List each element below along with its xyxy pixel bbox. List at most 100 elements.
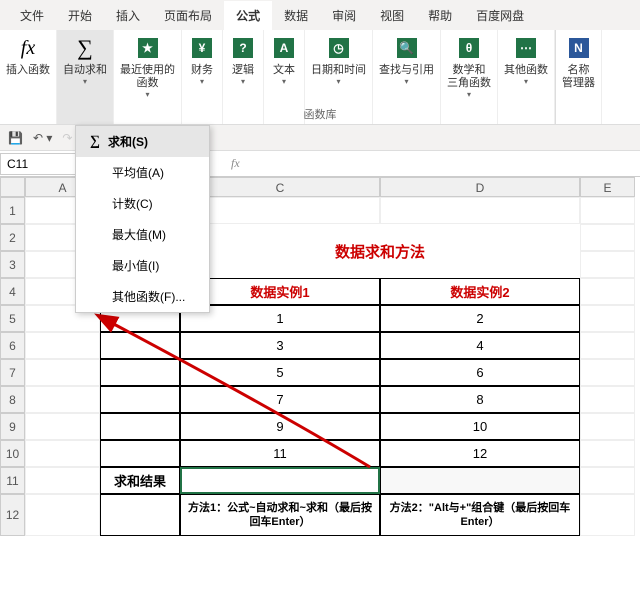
cell[interactable] (100, 440, 180, 467)
cell[interactable] (580, 278, 635, 305)
cell[interactable] (380, 197, 580, 224)
cell[interactable]: 12 (380, 440, 580, 467)
cell[interactable] (100, 494, 180, 536)
sigma-icon: ∑ (90, 134, 100, 150)
cell[interactable]: 11 (180, 440, 380, 467)
col-header-E[interactable]: E (580, 177, 635, 197)
row-header-3[interactable]: 3 (0, 251, 25, 278)
row-header-11[interactable]: 11 (0, 467, 25, 494)
tab-data[interactable]: 数据 (272, 1, 320, 30)
save-icon[interactable]: 💾 (8, 131, 23, 145)
cell[interactable] (100, 386, 180, 413)
finance-button[interactable]: ¥ 财务 ▾ (182, 30, 223, 124)
cell[interactable] (580, 224, 635, 251)
tab-review[interactable]: 审阅 (320, 1, 368, 30)
dropdown-min[interactable]: 最小值(I) (76, 250, 209, 281)
row-header-10[interactable]: 10 (0, 440, 25, 467)
col-header-C[interactable]: C (180, 177, 380, 197)
lookup-button[interactable]: 🔍 查找与引用 ▾ (373, 30, 441, 124)
cell[interactable]: 2 (380, 305, 580, 332)
cell[interactable]: 7 (180, 386, 380, 413)
dropdown-sum[interactable]: ∑ 求和(S) (76, 126, 209, 157)
tab-insert[interactable]: 插入 (104, 1, 152, 30)
datetime-label: 日期和时间 (311, 64, 366, 77)
dropdown-more[interactable]: 其他函数(F)... (76, 281, 209, 312)
cell[interactable] (580, 197, 635, 224)
lookup-label: 查找与引用 (379, 64, 434, 77)
autosum-label: 自动求和 (63, 64, 107, 77)
cell[interactable]: 5 (180, 359, 380, 386)
recent-button[interactable]: ★ 最近使用的 函数 ▾ (114, 30, 182, 124)
col-header-D[interactable]: D (380, 177, 580, 197)
cell[interactable] (580, 440, 635, 467)
undo-icon[interactable]: ↶ ▾ (33, 131, 52, 145)
cell[interactable] (25, 386, 100, 413)
cell[interactable] (580, 467, 635, 494)
cell[interactable]: 9 (180, 413, 380, 440)
text-button[interactable]: A 文本 ▾ (264, 30, 305, 124)
cell[interactable] (25, 413, 100, 440)
tab-layout[interactable]: 页面布局 (152, 1, 224, 30)
row-header-1[interactable]: 1 (0, 197, 25, 224)
cell[interactable]: 10 (380, 413, 580, 440)
cell[interactable]: 1 (180, 305, 380, 332)
cell[interactable] (580, 494, 635, 536)
cell[interactable] (100, 359, 180, 386)
cell[interactable] (180, 197, 380, 224)
cell-hdr-D[interactable]: 数据实例2 (380, 278, 580, 305)
row-header-8[interactable]: 8 (0, 386, 25, 413)
math-button[interactable]: θ 数学和 三角函数 ▾ (441, 30, 498, 124)
row-header-4[interactable]: 4 (0, 278, 25, 305)
row-header-6[interactable]: 6 (0, 332, 25, 359)
row-header-2[interactable]: 2 (0, 224, 25, 251)
cell[interactable] (25, 494, 100, 536)
dropdown-more-label: 其他函数(F)... (112, 288, 185, 305)
cell[interactable] (580, 332, 635, 359)
fx-icon[interactable]: fx (231, 156, 240, 171)
row-header-9[interactable]: 9 (0, 413, 25, 440)
sum-label-cell[interactable]: 求和结果 (100, 467, 180, 494)
select-all-corner[interactable] (0, 177, 25, 197)
dropdown-max[interactable]: 最大值(M) (76, 219, 209, 250)
logic-button[interactable]: ? 逻辑 ▾ (223, 30, 264, 124)
cell[interactable] (25, 440, 100, 467)
cell[interactable]: 6 (380, 359, 580, 386)
cell[interactable] (580, 413, 635, 440)
cell-hdr-C[interactable]: 数据实例1 (180, 278, 380, 305)
chevron-down-icon: ▾ (282, 77, 286, 86)
tab-file[interactable]: 文件 (8, 1, 56, 30)
cell[interactable] (25, 332, 100, 359)
title-cell[interactable]: 数据求和方法 (180, 224, 580, 278)
row-header-12[interactable]: 12 (0, 494, 25, 536)
tab-home[interactable]: 开始 (56, 1, 104, 30)
cell[interactable]: 3 (180, 332, 380, 359)
cell[interactable] (580, 305, 635, 332)
cell-C11[interactable] (180, 467, 380, 494)
cell[interactable] (25, 359, 100, 386)
insert-function-button[interactable]: fx 插入函数 (0, 30, 57, 124)
row-header-5[interactable]: 5 (0, 305, 25, 332)
cell[interactable] (100, 413, 180, 440)
cell[interactable]: 8 (380, 386, 580, 413)
cell-D11[interactable] (380, 467, 580, 494)
text-icon: A (274, 38, 294, 58)
redo-icon[interactable]: ↷ (62, 131, 72, 145)
dropdown-avg[interactable]: 平均值(A) (76, 157, 209, 188)
method1-cell[interactable]: 方法1：公式~自动求和~求和（最后按回车Enter） (180, 494, 380, 536)
cell[interactable] (25, 467, 100, 494)
other-button[interactable]: ⋯ 其他函数 ▾ (498, 30, 555, 124)
cell[interactable] (100, 332, 180, 359)
cell[interactable] (580, 359, 635, 386)
tab-view[interactable]: 视图 (368, 1, 416, 30)
tab-formulas[interactable]: 公式 (224, 1, 272, 30)
cell[interactable] (580, 386, 635, 413)
cell[interactable]: 4 (380, 332, 580, 359)
tab-help[interactable]: 帮助 (416, 1, 464, 30)
row-header-7[interactable]: 7 (0, 359, 25, 386)
cell[interactable] (580, 251, 635, 278)
method2-cell[interactable]: 方法2："Alt与+"组合键（最后按回车Enter） (380, 494, 580, 536)
autosum-button[interactable]: ∑ 自动求和 ▾ (57, 30, 114, 124)
tab-baidu[interactable]: 百度网盘 (464, 1, 536, 30)
name-manager-button[interactable]: N 名称 管理器 (555, 30, 602, 124)
dropdown-count[interactable]: 计数(C) (76, 188, 209, 219)
